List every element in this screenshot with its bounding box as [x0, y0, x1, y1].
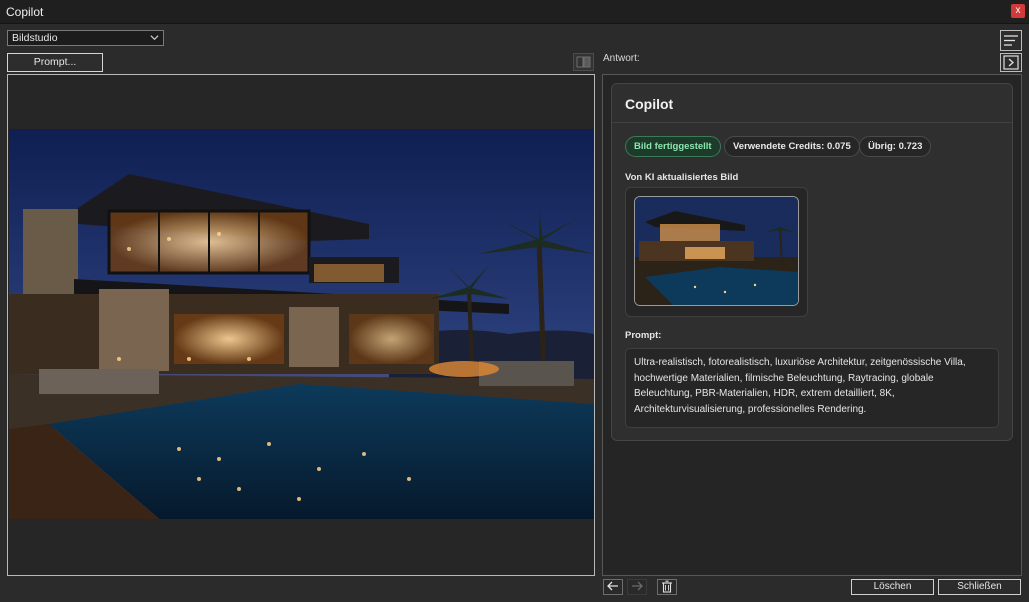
prompt-section-label: Prompt:	[625, 330, 662, 341]
mode-select-value: Bildstudio	[12, 32, 58, 44]
image-canvas	[7, 74, 595, 576]
chevron-down-icon	[150, 32, 159, 46]
result-card-title: Copilot	[625, 96, 674, 112]
result-card: Copilot Bild fertiggestellt Verwendete C…	[611, 83, 1013, 441]
window-title: Copilot	[6, 5, 44, 19]
menu-button[interactable]	[1000, 30, 1022, 51]
trash-icon	[662, 580, 672, 593]
compare-view-button[interactable]	[573, 53, 594, 71]
divider	[612, 122, 1012, 123]
prompt-text: Ultra-realistisch, fotorealistisch, luxu…	[625, 348, 999, 428]
delete-button[interactable]: Löschen	[851, 579, 934, 595]
ai-image-thumbnail[interactable]	[634, 196, 799, 306]
compare-icon	[576, 56, 591, 68]
back-arrow-icon	[607, 581, 618, 591]
prompt-button[interactable]: Prompt...	[7, 53, 103, 72]
remaining-credits-badge: Übrig: 0.723	[859, 136, 932, 157]
close-button[interactable]: Schließen	[938, 579, 1021, 595]
back-button[interactable]	[603, 579, 623, 595]
title-bar: Copilot	[0, 0, 1029, 24]
menu-icon	[1004, 35, 1018, 46]
forward-button[interactable]	[627, 579, 647, 595]
answer-label: Antwort:	[603, 53, 640, 64]
status-badge: Bild fertiggestellt	[625, 136, 721, 157]
credits-used-badge: Verwendete Credits: 0.075	[724, 136, 860, 157]
ai-image-container	[625, 187, 808, 317]
panel-toggle-button[interactable]	[1000, 53, 1022, 72]
delete-entry-button[interactable]	[657, 579, 677, 595]
forward-arrow-icon	[632, 581, 643, 591]
ai-image-label: Von KI aktualisiertes Bild	[625, 172, 739, 183]
close-window-button[interactable]: x	[1011, 4, 1025, 18]
mode-select[interactable]: Bildstudio	[7, 30, 164, 46]
villa-render-image	[9, 129, 594, 519]
panel-toggle-icon	[1003, 55, 1019, 70]
